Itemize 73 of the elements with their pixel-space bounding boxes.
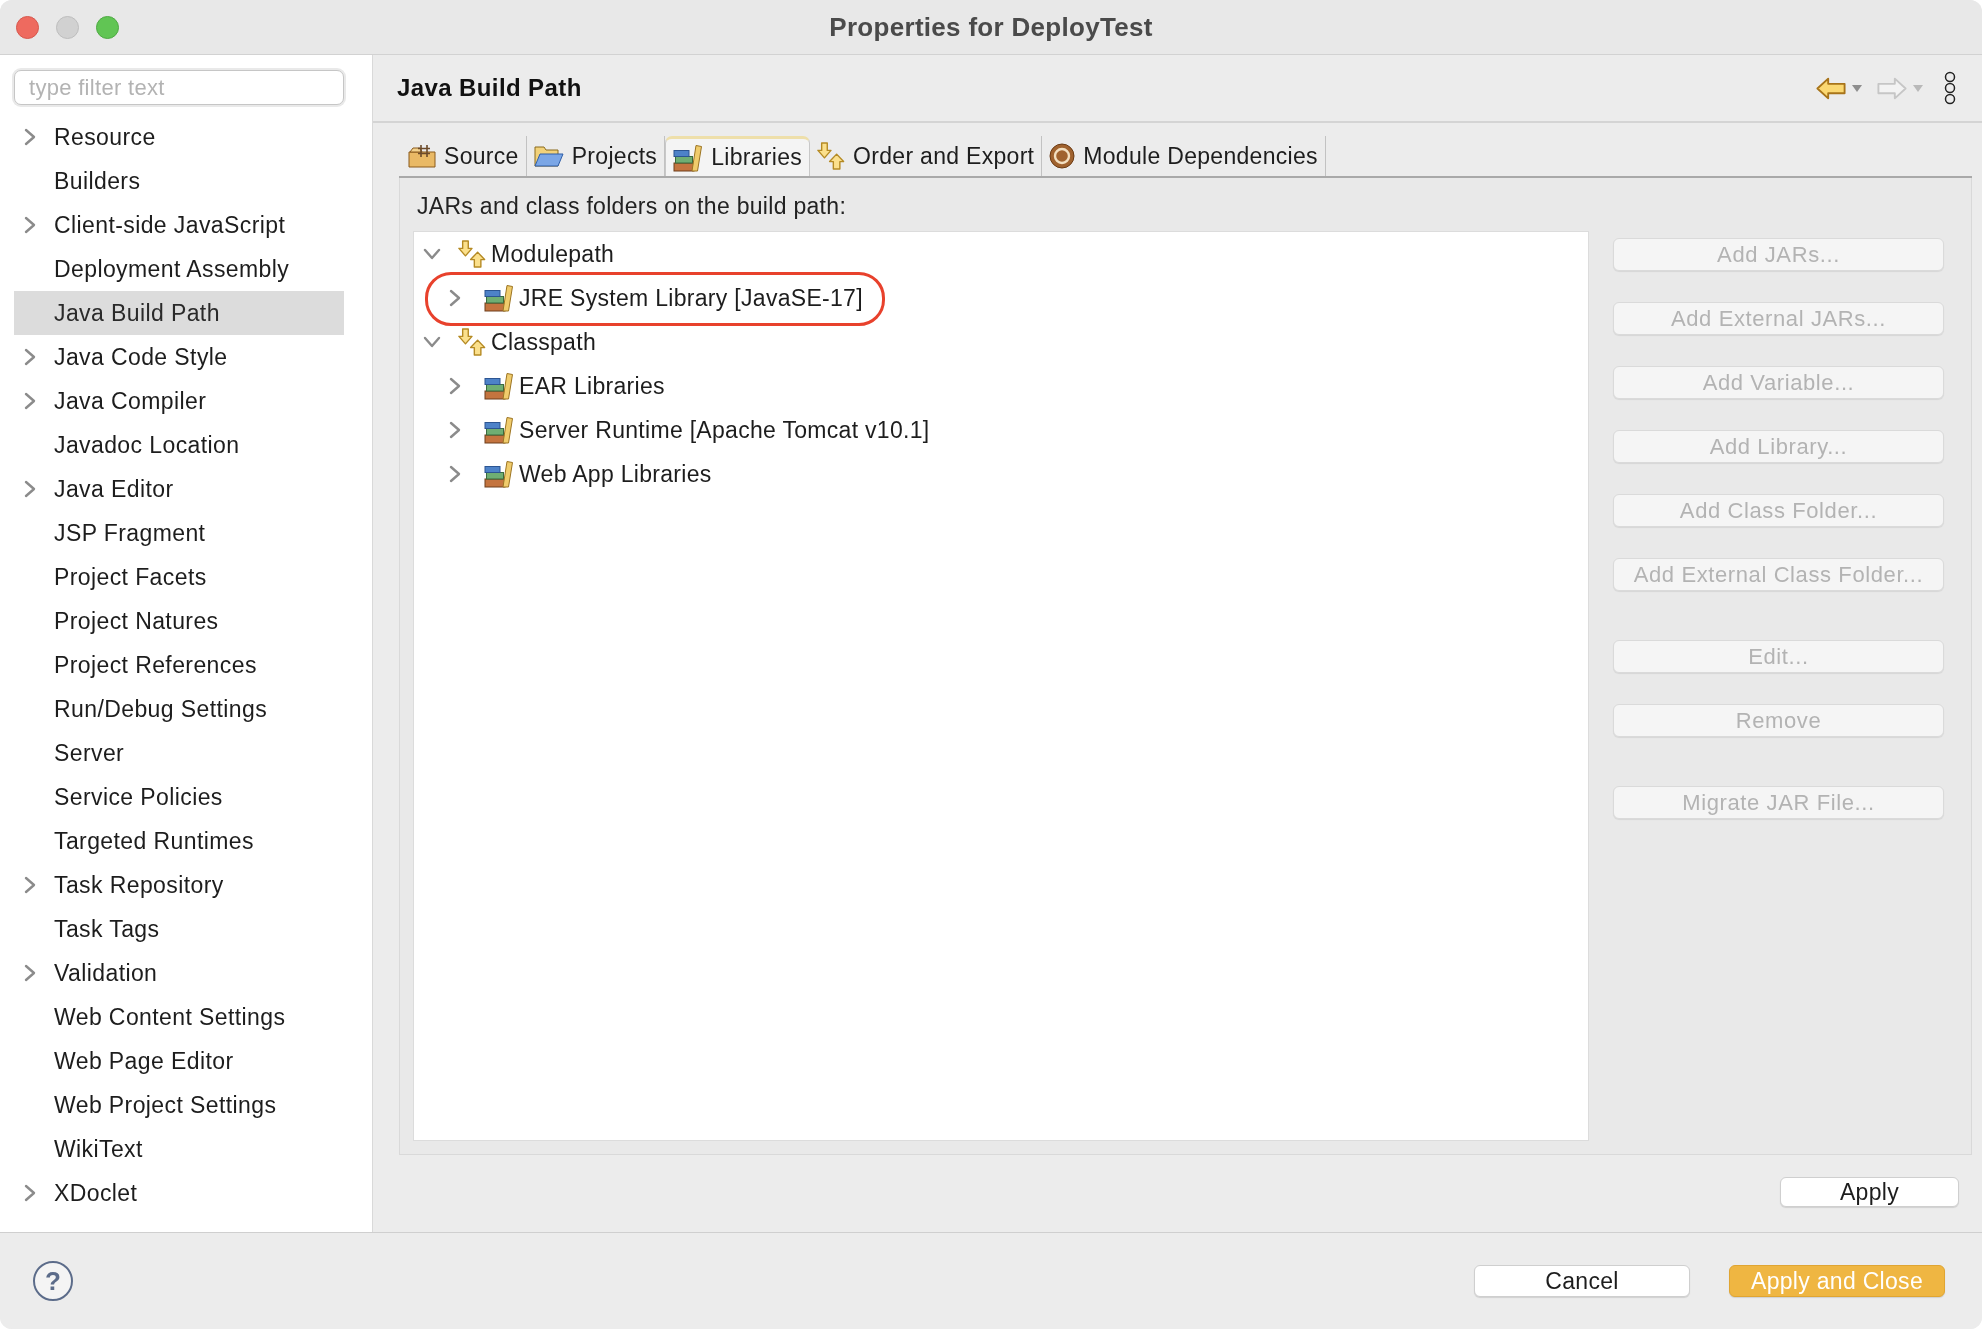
help-button[interactable]: ? [33, 1261, 73, 1301]
sidebar-item[interactable]: Project Natures [14, 599, 344, 643]
chevron-right-icon[interactable] [449, 465, 461, 483]
sidebar-item[interactable]: Builders [14, 159, 344, 203]
chevron-right-icon[interactable] [449, 377, 461, 395]
sidebar-item[interactable]: XDoclet [14, 1171, 344, 1215]
sidebar-item[interactable]: Deployment Assembly [14, 247, 344, 291]
sidebar-item[interactable]: Java Build Path [14, 291, 344, 335]
tree-item[interactable]: Modulepath [423, 232, 615, 276]
chevron-right-icon[interactable] [449, 289, 461, 307]
tab[interactable]: Libraries [665, 136, 811, 176]
chevron-right-icon[interactable] [24, 964, 36, 982]
sidebar-item[interactable]: Task Repository [14, 863, 344, 907]
sidebar-item[interactable]: Javadoc Location [14, 423, 344, 467]
sidebar-item[interactable]: Java Compiler [14, 379, 344, 423]
tree-item[interactable]: EAR Libraries [449, 364, 665, 408]
order-arrows-icon [458, 328, 486, 356]
sidebar-item[interactable]: WikiText [14, 1127, 344, 1171]
sidebar-item[interactable]: Project References [14, 643, 344, 687]
dialog-button[interactable]: Cancel [1474, 1265, 1690, 1297]
open-folder-icon [533, 144, 564, 168]
sidebar-item[interactable]: Validation [14, 951, 344, 995]
chevron-right-icon[interactable] [24, 392, 36, 410]
tree-item[interactable]: JRE System Library [JavaSE-17] [449, 276, 863, 320]
chevron-down-icon[interactable] [423, 336, 441, 348]
apply-button[interactable]: Apply [1780, 1177, 1959, 1207]
chevron-right-icon[interactable] [24, 348, 36, 366]
order-arrows-icon [458, 240, 486, 268]
books-icon [484, 460, 514, 488]
sidebar-item[interactable]: Service Policies [14, 775, 344, 819]
chevron-right-icon[interactable] [24, 876, 36, 894]
tree-item[interactable]: Classpath [423, 320, 596, 364]
tab[interactable]: Order and Export [810, 136, 1043, 176]
tree-item[interactable]: Server Runtime [Apache Tomcat v10.1] [449, 408, 930, 452]
books-icon [673, 143, 704, 172]
sidebar-item[interactable]: Web Project Settings [14, 1083, 344, 1127]
page-title: Java Build Path [397, 74, 582, 102]
sidebar-item[interactable]: Run/Debug Settings [14, 687, 344, 731]
chevron-down-icon[interactable] [423, 248, 441, 260]
zoom-icon[interactable] [96, 15, 119, 39]
filter-field[interactable]: type filter text [14, 70, 344, 105]
tree-item[interactable]: Web App Libraries [449, 452, 712, 496]
caret-icon[interactable] [1852, 84, 1862, 92]
sidebar-item[interactable]: Project Facets [14, 555, 344, 599]
tab[interactable]: Projects [526, 136, 666, 176]
chevron-right-icon[interactable] [449, 421, 461, 439]
badge-icon [1049, 143, 1076, 169]
chevron-right-icon[interactable] [24, 480, 36, 498]
tab[interactable]: Module Dependencies [1042, 136, 1326, 176]
sidebar-item[interactable]: Task Tags [14, 907, 344, 951]
back-arrow-icon[interactable] [1816, 76, 1846, 100]
close-icon[interactable] [16, 15, 39, 39]
sidebar-item[interactable]: Java Editor [14, 467, 344, 511]
package-folder-icon [408, 144, 436, 168]
chevron-right-icon[interactable] [24, 1184, 36, 1202]
chevron-right-icon[interactable] [24, 216, 36, 234]
sidebar-item[interactable]: JSP Fragment [14, 511, 344, 555]
sidebar-item[interactable]: Client-side JavaScript [14, 203, 344, 247]
sidebar-item[interactable]: Web Page Editor [14, 1039, 344, 1083]
sidebar-item[interactable]: Web Content Settings [14, 995, 344, 1039]
books-icon [484, 372, 514, 400]
order-arrows-icon [817, 142, 846, 170]
more-icon[interactable] [1944, 71, 1956, 105]
chevron-right-icon[interactable] [24, 128, 36, 146]
sidebar-item[interactable]: Server [14, 731, 344, 775]
window-title: Properties for DeployTest [829, 11, 1153, 43]
sidebar-item[interactable]: Targeted Runtimes [14, 819, 344, 863]
books-icon [484, 284, 514, 312]
sidebar-item[interactable]: Java Code Style [14, 335, 344, 379]
caption-text: JARs and class folders on the build path: [417, 194, 847, 218]
books-icon [484, 416, 514, 444]
sidebar-item[interactable]: Resource [14, 115, 344, 159]
tab[interactable]: Source [401, 136, 527, 176]
